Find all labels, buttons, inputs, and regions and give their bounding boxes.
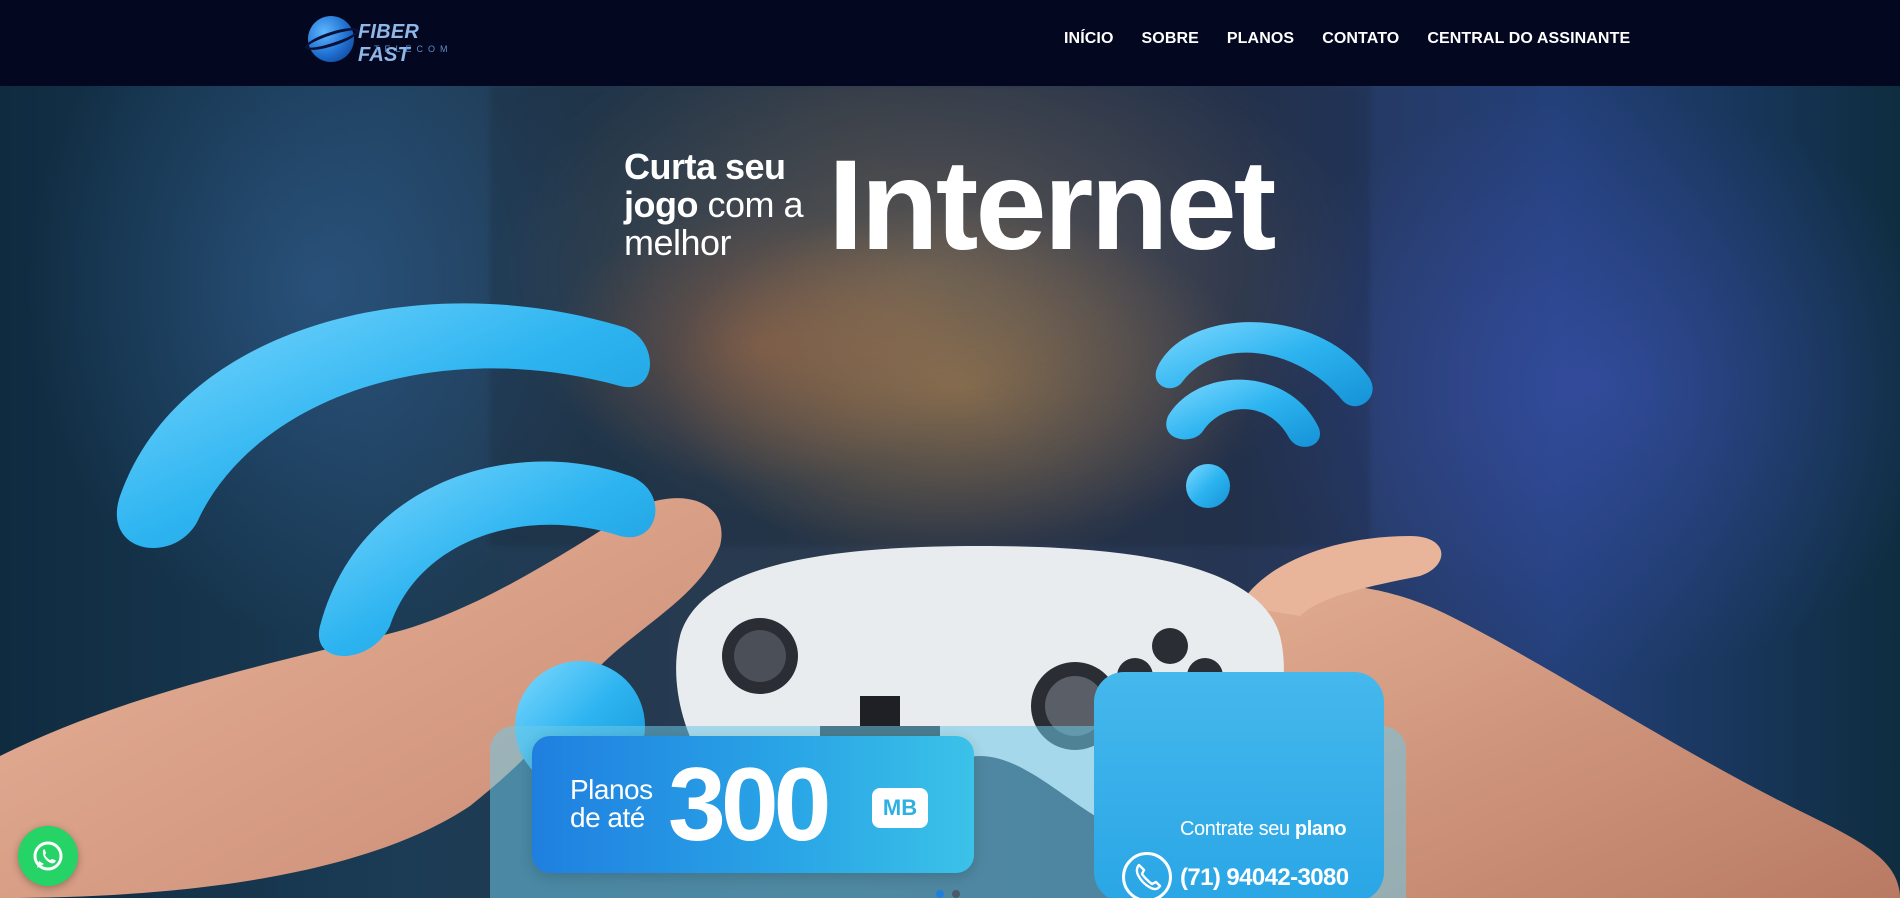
headline-thin-words: com a [707, 184, 804, 225]
main-nav: INÍCIO SOBRE PLANOS CONTATO CENTRAL DO A… [1064, 30, 1630, 48]
nav-central-do-assinante[interactable]: CENTRAL DO ASSINANTE [1427, 30, 1630, 48]
slider-dots [936, 890, 960, 898]
nav-planos[interactable]: PLANOS [1227, 30, 1294, 48]
contact-title: Contrate seu plano [1180, 818, 1347, 841]
plan-prefix-line-2: de até [570, 802, 645, 833]
slider-dot-1[interactable] [936, 890, 944, 898]
navbar: FIBER FAST TELECOM INÍCIO SOBRE PLANOS C… [0, 0, 1900, 86]
brand-tagline: TELECOM [374, 44, 453, 54]
plan-unit-badge: MB [872, 788, 928, 828]
nav-sobre[interactable]: SOBRE [1142, 30, 1199, 48]
hero-headline: Internet [828, 134, 1276, 277]
contact-title-bold: plano [1294, 818, 1347, 840]
plan-speed: 300 [668, 747, 832, 863]
contact-title-thin: Contrate seu [1180, 818, 1290, 840]
wifi-icon-small [1155, 322, 1373, 508]
headline-bold-word: jogo [624, 184, 698, 225]
contact-phone-number[interactable]: (71) 94042-3080 [1180, 864, 1349, 892]
phone-icon [1122, 852, 1172, 898]
whatsapp-button[interactable] [18, 826, 78, 886]
contact-card[interactable]: Contrate seu plano (71) 94042-3080 [1094, 672, 1384, 898]
headline-line-1: Curta seu [624, 146, 786, 187]
headline-line-2: jogo com a [624, 184, 804, 225]
brand-logo[interactable]: FIBER FAST TELECOM [303, 14, 468, 66]
nav-contato[interactable]: CONTATO [1322, 30, 1399, 48]
hero-subheadline: Curta seu jogo com a melhor [624, 146, 804, 262]
whatsapp-icon [33, 841, 63, 871]
slider-dot-2[interactable] [952, 890, 960, 898]
hero-banner: Curta seu jogo com a melhor Internet Pla… [0, 86, 1900, 898]
nav-inicio[interactable]: INÍCIO [1064, 30, 1114, 48]
plan-prefix: Planos de até [570, 776, 653, 832]
plan-card[interactable]: Planos de até 300 MB [532, 736, 974, 873]
plan-prefix-line-1: Planos [570, 774, 653, 805]
